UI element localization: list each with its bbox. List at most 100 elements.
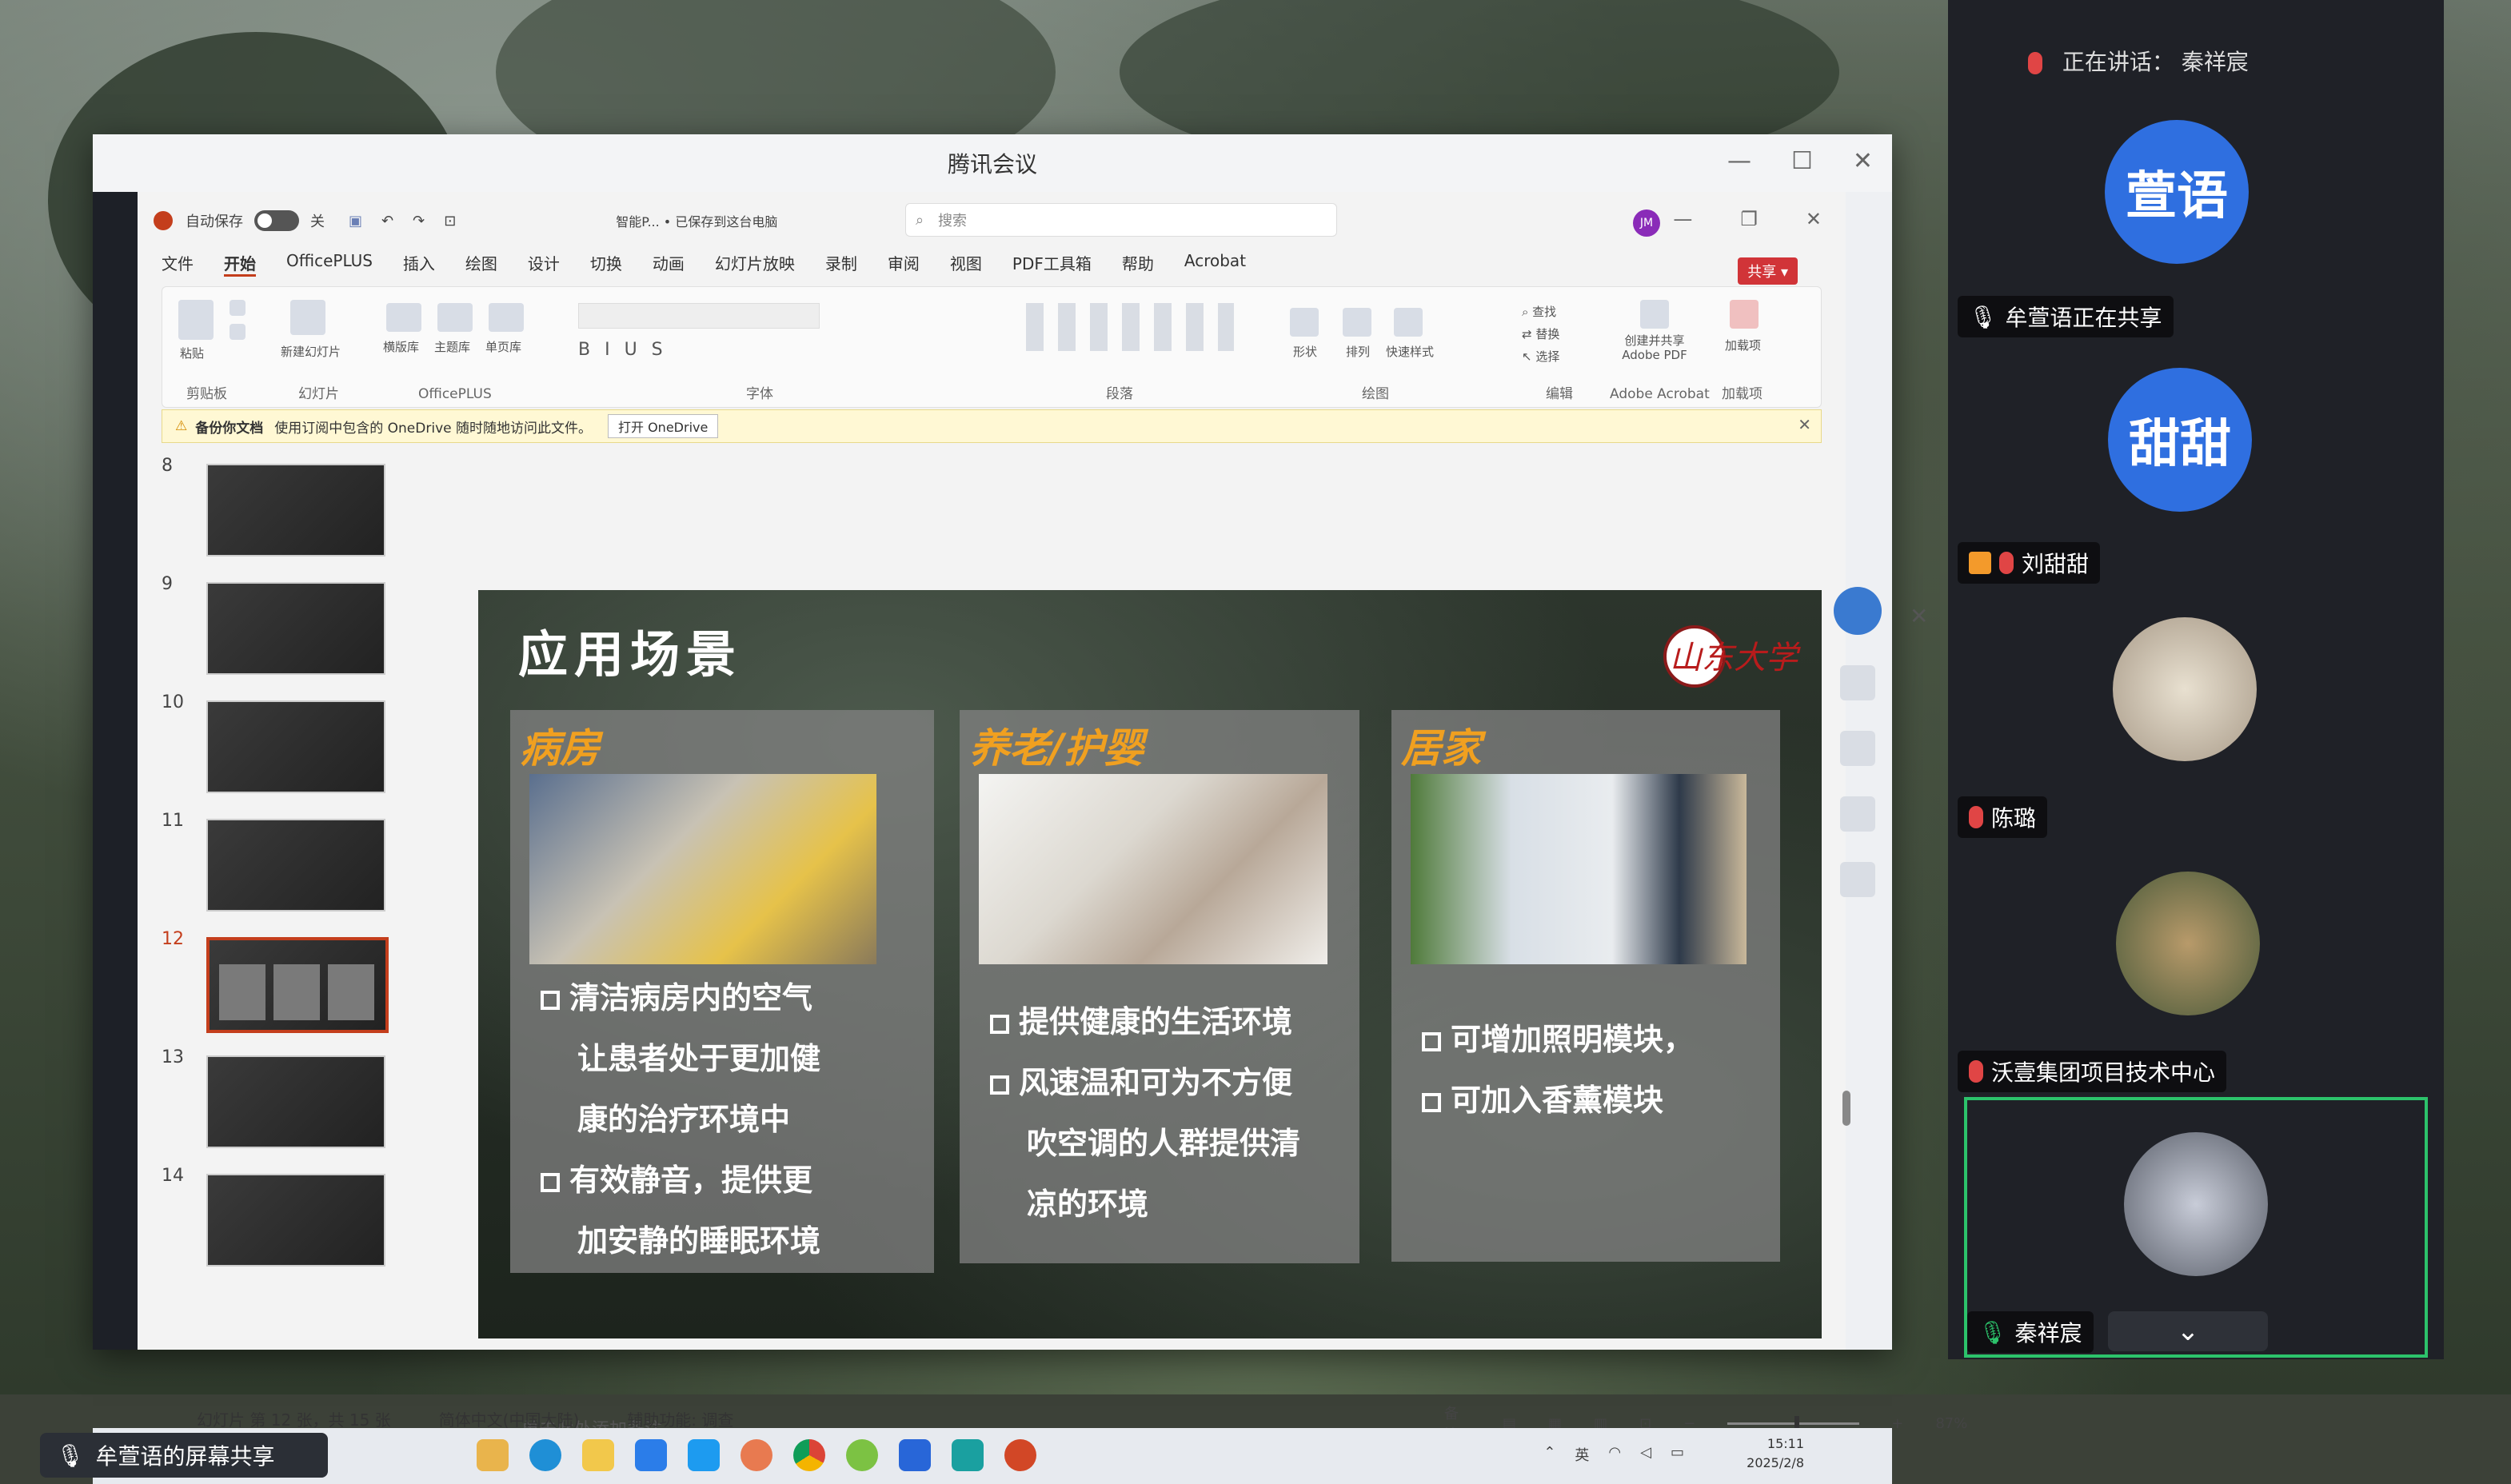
search-input[interactable]: ⌕ 搜索: [905, 203, 1337, 237]
mic-muted-icon: [2028, 52, 2042, 74]
status-bar: 幻灯片 第 12 张，共 15 张 简体中文(中国大陆) 辅助功能: 调查: [197, 1407, 733, 1430]
language[interactable]: 简体中文(中国大陆): [439, 1407, 580, 1430]
tab-review[interactable]: 审阅: [888, 251, 920, 277]
chrome-icon[interactable]: [793, 1439, 825, 1471]
minimize-icon[interactable]: —: [1727, 147, 1751, 175]
tencent-meeting-icon[interactable]: [688, 1439, 720, 1471]
wifi-icon[interactable]: ◠: [1608, 1444, 1621, 1465]
layout-library-icon[interactable]: [386, 303, 421, 332]
new-slide-icon[interactable]: [290, 300, 325, 335]
mic-muted-icon: [1969, 806, 1983, 828]
chevron-up-icon[interactable]: ⌃: [1543, 1444, 1555, 1465]
participant-photo-avatar[interactable]: [2113, 617, 2257, 761]
tab-insert[interactable]: 插入: [403, 251, 435, 277]
paste-label: 粘贴: [180, 346, 205, 361]
zoom-level[interactable]: 87%: [1935, 1415, 1967, 1432]
screen-share-indicator[interactable]: 🎙 牟萱语的屏幕共享: [40, 1433, 328, 1478]
adobe-pdf-icon[interactable]: [1640, 300, 1669, 329]
quick-style-icon[interactable]: [1394, 308, 1423, 337]
file-explorer-icon[interactable]: [477, 1439, 509, 1471]
wechat-icon[interactable]: [846, 1439, 878, 1471]
expand-chevron-button[interactable]: ⌄: [2108, 1311, 2268, 1351]
save-icon[interactable]: ▣: [349, 213, 362, 229]
ppt-restore-icon[interactable]: ❐: [1740, 208, 1758, 230]
zoom-slider[interactable]: [1727, 1415, 1860, 1430]
slide-canvas[interactable]: 应用场景 山东大学 病房 清洁病房内的空气 让患者处于更加健 康的治疗环境中 有…: [478, 590, 1822, 1338]
slide-thumbnail-pane: 8 9 10 11 12 13 14: [138, 448, 409, 1267]
side-tool-unit-icon[interactable]: [1840, 731, 1875, 766]
maximize-icon[interactable]: ☐: [1791, 147, 1813, 175]
card-elderly-infant: 养老/护婴 提供健康的生活环境 风速温和可为不方便 吹空调的人群提供清 凉的环境: [960, 710, 1359, 1263]
side-tool-beautify-icon[interactable]: [1840, 862, 1875, 897]
checkbox-icon: [541, 1173, 560, 1192]
share-button[interactable]: 共享 ▾: [1738, 257, 1798, 285]
tab-help[interactable]: 帮助: [1122, 251, 1154, 277]
file-status[interactable]: 智能P... • 已保存到这台电脑: [616, 211, 777, 230]
present-icon[interactable]: ⊡: [444, 213, 456, 229]
user-avatar[interactable]: JM: [1633, 209, 1660, 237]
tab-record[interactable]: 录制: [825, 251, 857, 277]
thumbnail-image: [206, 1055, 385, 1148]
app-icon[interactable]: [741, 1439, 772, 1471]
participant-avatar[interactable]: 甜甜: [2108, 368, 2252, 512]
group-drawing: 绘图: [1362, 386, 1389, 402]
undo-icon[interactable]: ↶: [381, 213, 393, 229]
tab-file[interactable]: 文件: [162, 251, 194, 277]
group-slides: 幻灯片: [298, 386, 339, 402]
tab-home[interactable]: 开始: [224, 251, 256, 277]
accessibility-status[interactable]: 辅助功能: 调查: [627, 1407, 733, 1430]
volume-icon[interactable]: ◁: [1640, 1444, 1651, 1465]
side-tool-history-icon[interactable]: [1840, 796, 1875, 832]
sticky-notes-icon[interactable]: [582, 1439, 614, 1471]
select-button[interactable]: ↖ 选择: [1522, 348, 1559, 365]
tab-draw[interactable]: 绘图: [465, 251, 497, 277]
addin-icon[interactable]: [1730, 300, 1758, 329]
tab-officeplus[interactable]: OfficePLUS: [286, 251, 373, 277]
participant-photo-avatar[interactable]: [2116, 872, 2260, 1015]
participant-avatar[interactable]: 萱语: [2105, 120, 2249, 264]
page-library-icon[interactable]: [489, 303, 524, 332]
tab-view[interactable]: 视图: [950, 251, 982, 277]
ime-indicator[interactable]: 英: [1575, 1444, 1589, 1465]
tab-acrobat[interactable]: Acrobat: [1184, 251, 1246, 277]
side-tool-template-icon[interactable]: [1840, 665, 1875, 700]
redo-icon[interactable]: ↷: [413, 213, 425, 229]
arrange-icon[interactable]: [1343, 308, 1371, 337]
font-format-buttons[interactable]: BIUS: [578, 340, 677, 360]
notification-close-icon[interactable]: ✕: [1798, 415, 1811, 434]
tab-slideshow[interactable]: 幻灯片放映: [715, 251, 795, 277]
speaking-indicator: 正在讲话： 秦祥宸: [2028, 45, 2249, 77]
paste-icon[interactable]: [178, 300, 214, 340]
copy-icon[interactable]: [230, 324, 246, 340]
edge-icon[interactable]: [529, 1439, 561, 1471]
ppt-close-icon[interactable]: ✕: [1806, 208, 1822, 230]
ppt-minimize-icon[interactable]: —: [1673, 208, 1692, 230]
autosave-toggle[interactable]: [254, 210, 299, 231]
open-onedrive-button[interactable]: 打开 OneDrive: [608, 414, 719, 438]
shape-icon[interactable]: [1290, 308, 1319, 337]
zoom-in-icon[interactable]: +: [1891, 1415, 1903, 1432]
font-name-select[interactable]: [578, 303, 820, 329]
replace-button[interactable]: ⇄ 替换: [1522, 325, 1559, 342]
layout-library-label: 横版库: [383, 340, 420, 354]
close-icon[interactable]: ✕: [1853, 147, 1873, 175]
battery-icon[interactable]: ▭: [1671, 1444, 1684, 1465]
group-clipboard: 剪贴板: [186, 386, 227, 402]
tab-pdf-tools[interactable]: PDF工具箱: [1012, 251, 1092, 277]
calculator-icon[interactable]: [952, 1439, 984, 1471]
bird-logo-icon[interactable]: [1834, 587, 1882, 635]
mail-icon[interactable]: [635, 1439, 667, 1471]
theme-library-icon[interactable]: [437, 303, 473, 332]
tab-design[interactable]: 设计: [528, 251, 560, 277]
paragraph-buttons[interactable]: [1026, 303, 1234, 351]
find-button[interactable]: ⌕ 查找: [1522, 303, 1556, 320]
side-panel-close-icon[interactable]: ✕: [1910, 603, 1928, 629]
tab-transitions[interactable]: 切换: [590, 251, 622, 277]
tab-animations[interactable]: 动画: [653, 251, 685, 277]
cut-icon[interactable]: [230, 300, 246, 316]
clock[interactable]: 15:11 2025/2/8: [1747, 1434, 1804, 1473]
slide-scrollbar[interactable]: [1842, 1091, 1850, 1126]
powerpoint-taskbar-icon[interactable]: [1004, 1439, 1036, 1471]
cloud-app-icon[interactable]: [899, 1439, 931, 1471]
system-tray: ⌃ 英 ◠ ◁ ▭: [1543, 1444, 1684, 1465]
